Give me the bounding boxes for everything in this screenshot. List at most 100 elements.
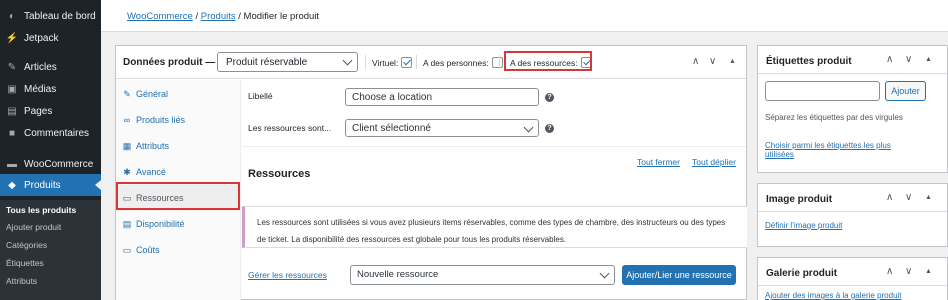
- help-icon[interactable]: ?: [545, 124, 554, 133]
- expand-all-link[interactable]: Tout déplier: [692, 157, 736, 167]
- sidebar-item-articles[interactable]: ✎ Articles: [0, 56, 101, 78]
- pages-icon: ▤: [7, 105, 17, 117]
- add-gallery-images-link[interactable]: Ajouter des images à la galerie produit: [765, 291, 902, 300]
- money-icon: ▭: [122, 244, 132, 255]
- submenu-categories[interactable]: Catégories: [6, 240, 47, 250]
- sidebar-item-dashboard[interactable]: ◐ Tableau de bord: [0, 5, 101, 27]
- link-icon: ∞: [123, 115, 131, 125]
- gear-icon: ✱: [123, 166, 131, 177]
- sidebar-item-label: WooCommerce: [24, 158, 94, 170]
- choose-tags-line-2: utilisées: [765, 150, 794, 159]
- sidebar-item-label: Jetpack: [24, 32, 59, 44]
- breadcrumb-separator: /: [238, 11, 241, 22]
- close-all-link[interactable]: Tout fermer: [637, 157, 680, 167]
- breadcrumb-current: Modifier le produit: [243, 11, 320, 22]
- product-type-value: Produit réservable: [226, 57, 308, 68]
- product-type-select[interactable]: Produit réservable: [217, 52, 358, 72]
- tab-label: Coûts: [136, 245, 160, 255]
- tags-hint: Séparez les étiquettes par des virgules: [765, 113, 903, 122]
- set-product-image-link[interactable]: Définir l’image produit: [765, 221, 842, 230]
- submenu-all-products[interactable]: Tous les produits: [6, 205, 76, 215]
- virtual-checkbox[interactable]: [401, 57, 413, 68]
- chevron-down-icon: [523, 122, 534, 133]
- products-submenu: Tous les produits Ajouter produit Catégo…: [0, 200, 101, 300]
- help-icon[interactable]: ?: [545, 93, 554, 102]
- divider: [499, 55, 500, 69]
- tab-label: Disponibilité: [136, 219, 185, 229]
- submenu-tags[interactable]: Étiquettes: [6, 258, 44, 268]
- move-down-icon[interactable]: ∨: [905, 192, 912, 203]
- product-image-header: Image produit ∧ ∨ ▲: [758, 184, 947, 212]
- breadcrumb-woocommerce-link[interactable]: WooCommerce: [127, 11, 193, 22]
- product-data-panel: Données produit — Produit réservable Vir…: [115, 45, 747, 300]
- tab-label: Général: [136, 89, 169, 99]
- manage-resources-link[interactable]: Gérer les ressources: [248, 270, 327, 280]
- move-down-icon[interactable]: ∨: [905, 266, 912, 277]
- media-icon: ▣: [7, 83, 17, 95]
- sidebar-item-pages[interactable]: ▤ Pages: [0, 100, 101, 122]
- wrench-icon: ✎: [123, 88, 131, 99]
- resources-mode-value: Client sélectionné: [352, 123, 431, 134]
- tab-costs[interactable]: ▭ Coûts: [116, 237, 241, 263]
- libelle-input[interactable]: Choose a location: [345, 88, 539, 106]
- sidebar-item-label: Commentaires: [24, 127, 90, 139]
- persons-checkbox[interactable]: [491, 57, 503, 68]
- toggle-panel-icon[interactable]: ▲: [729, 58, 736, 65]
- submenu-add-product[interactable]: Ajouter produit: [6, 222, 61, 232]
- new-resource-select[interactable]: Nouvelle ressource: [350, 265, 615, 285]
- move-up-icon[interactable]: ∧: [692, 56, 699, 67]
- divider: [365, 55, 366, 69]
- product-data-title: Données produit —: [123, 57, 216, 68]
- move-up-icon[interactable]: ∧: [886, 54, 893, 65]
- product-data-header: Données produit — Produit réservable Vir…: [116, 46, 746, 79]
- sidebar-item-label: Pages: [24, 105, 53, 117]
- add-tag-button[interactable]: Ajouter: [885, 81, 926, 101]
- divider: [416, 55, 417, 69]
- tab-label: Avancé: [136, 167, 166, 177]
- move-down-icon[interactable]: ∨: [709, 56, 716, 67]
- virtual-option[interactable]: Virtuel:: [372, 57, 413, 68]
- resources-highlight-box: [504, 51, 592, 71]
- toggle-panel-icon[interactable]: ▲: [925, 268, 932, 275]
- sidebar-item-label: Articles: [24, 61, 57, 73]
- move-down-icon[interactable]: ∨: [905, 54, 912, 65]
- sidebar-item-jetpack[interactable]: ⚡ Jetpack: [0, 27, 101, 49]
- tab-general[interactable]: ✎ Général: [116, 81, 241, 107]
- resources-mode-select[interactable]: Client sélectionné: [345, 119, 539, 137]
- tab-label: Produits liés: [136, 115, 186, 125]
- info-line-1: Les ressources sont utilisées si vous av…: [257, 218, 726, 227]
- libelle-label: Libellé: [248, 91, 273, 101]
- move-up-icon[interactable]: ∧: [886, 266, 893, 277]
- sidebar-item-woocommerce[interactable]: ▬ WooCommerce: [0, 153, 101, 175]
- comments-icon: ■: [8, 127, 16, 139]
- chevron-down-icon: [342, 55, 353, 66]
- tab-availability[interactable]: ▤ Disponibilité: [116, 211, 241, 237]
- chevron-down-icon: [599, 268, 610, 279]
- product-gallery-header: Galerie produit ∧ ∨ ▲: [758, 258, 947, 286]
- sidebar-item-products[interactable]: ◆ Produits: [0, 174, 101, 196]
- submenu-attributes[interactable]: Attributs: [6, 276, 37, 286]
- info-line-2: de ticket. La disponibilité des ressourc…: [257, 235, 567, 244]
- breadcrumb-products-link[interactable]: Produits: [201, 11, 236, 22]
- product-tags-box: Étiquettes produit ∧ ∨ ▲ Ajouter Séparez…: [757, 45, 948, 173]
- libelle-value: Choose a location: [352, 92, 433, 103]
- tag-input[interactable]: [765, 81, 880, 101]
- tab-attributes[interactable]: ▦ Attributs: [116, 133, 241, 159]
- move-up-icon[interactable]: ∧: [886, 192, 893, 203]
- choose-tags-link[interactable]: Choisir parmi les étiquettes les plus ut…: [765, 141, 891, 159]
- add-link-resource-button[interactable]: Ajouter/Lier une ressource: [622, 265, 736, 285]
- product-tags-title: Étiquettes produit: [766, 56, 852, 67]
- persons-label: A des personnes:: [423, 57, 489, 68]
- toggle-panel-icon[interactable]: ▲: [925, 194, 932, 201]
- sidebar-item-medias[interactable]: ▣ Médias: [0, 78, 101, 100]
- persons-option[interactable]: A des personnes:: [423, 57, 503, 68]
- sidebar-item-comments[interactable]: ■ Commentaires: [0, 122, 101, 144]
- tab-linked-products[interactable]: ∞ Produits liés: [116, 107, 241, 133]
- toggle-panel-icon[interactable]: ▲: [925, 56, 932, 63]
- sidebar-item-label: Médias: [24, 83, 57, 95]
- divider: [242, 146, 746, 147]
- product-image-box: Image produit ∧ ∨ ▲ Définir l’image prod…: [757, 183, 948, 247]
- dashboard-icon: ◐: [8, 10, 16, 22]
- sidebar-item-label: Produits: [24, 179, 61, 191]
- product-image-title: Image produit: [766, 194, 833, 205]
